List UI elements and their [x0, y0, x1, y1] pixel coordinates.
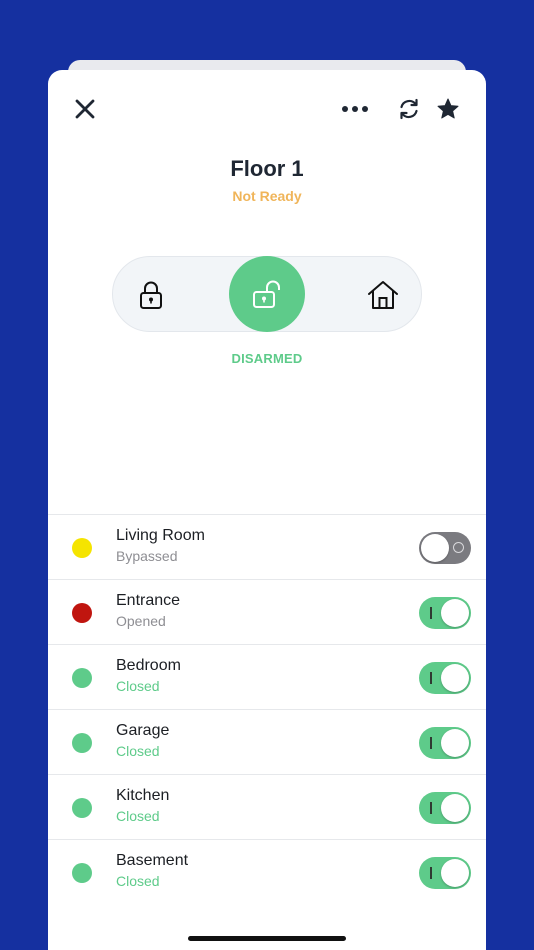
toggle-knob [441, 664, 469, 692]
more-icon [342, 106, 368, 112]
zone-name: Kitchen [116, 787, 170, 804]
readiness-status: Not Ready [232, 188, 302, 204]
close-button[interactable] [70, 94, 100, 124]
favorite-button[interactable] [433, 94, 463, 124]
zone-status-dot [72, 863, 92, 883]
arming-status-label: DISARMED [231, 351, 303, 366]
zone-state: Opened [116, 613, 166, 629]
zone-list: Living Room Bypassed Entrance Opened Bed… [48, 514, 486, 905]
zone-name: Basement [116, 852, 189, 869]
toggle-knob [441, 729, 469, 757]
toggle-knob [441, 859, 469, 887]
refresh-icon [400, 98, 418, 120]
toggle-on-mark [430, 867, 432, 879]
arm-stay-button[interactable] [345, 257, 421, 333]
toggle-on-mark [430, 802, 432, 814]
zone-row: Entrance Opened [48, 580, 486, 645]
toggle-knob [421, 534, 449, 562]
arming-mode-selector [112, 256, 422, 332]
zone-toggle[interactable] [419, 792, 471, 824]
zone-name: Garage [116, 722, 170, 739]
top-bar [48, 94, 486, 124]
more-button[interactable] [340, 94, 370, 124]
zone-status-dot [72, 733, 92, 753]
toggle-on-mark [430, 737, 432, 749]
home-icon [368, 281, 398, 309]
zone-row: Bedroom Closed [48, 645, 486, 710]
close-icon [75, 99, 95, 119]
zone-name: Entrance [116, 592, 181, 609]
zone-status-dot [72, 538, 92, 558]
arm-away-button[interactable] [113, 257, 189, 333]
zone-toggle[interactable] [419, 532, 471, 564]
zone-toggle[interactable] [419, 597, 471, 629]
star-icon [437, 98, 459, 119]
disarm-button[interactable] [229, 256, 305, 332]
zone-status-dot [72, 668, 92, 688]
zone-state: Closed [116, 678, 160, 694]
lock-open-icon [253, 280, 280, 308]
toggle-on-mark [430, 672, 432, 684]
zone-row: Kitchen Closed [48, 775, 486, 840]
zone-status-dot [72, 798, 92, 818]
toggle-knob [441, 599, 469, 627]
zone-status-dot [72, 603, 92, 623]
zone-toggle[interactable] [419, 662, 471, 694]
toggle-on-mark [430, 607, 432, 619]
zone-row: Basement Closed [48, 840, 486, 905]
zone-row: Living Room Bypassed [48, 515, 486, 580]
lock-closed-icon [140, 281, 162, 309]
home-indicator [188, 936, 346, 941]
zone-toggle[interactable] [419, 727, 471, 759]
panel-sheet: Floor 1 Not Ready DISARMED Living Room B… [48, 70, 486, 950]
zone-state: Closed [116, 743, 160, 759]
refresh-button[interactable] [394, 94, 424, 124]
page-title: Floor 1 [230, 156, 304, 181]
toggle-knob [441, 794, 469, 822]
zone-name: Living Room [116, 527, 205, 544]
zone-toggle[interactable] [419, 857, 471, 889]
zone-name: Bedroom [116, 657, 181, 674]
toggle-off-mark [453, 542, 464, 553]
zone-state: Bypassed [116, 548, 178, 564]
zone-state: Closed [116, 873, 160, 889]
zone-state: Closed [116, 808, 160, 824]
zone-row: Garage Closed [48, 710, 486, 775]
